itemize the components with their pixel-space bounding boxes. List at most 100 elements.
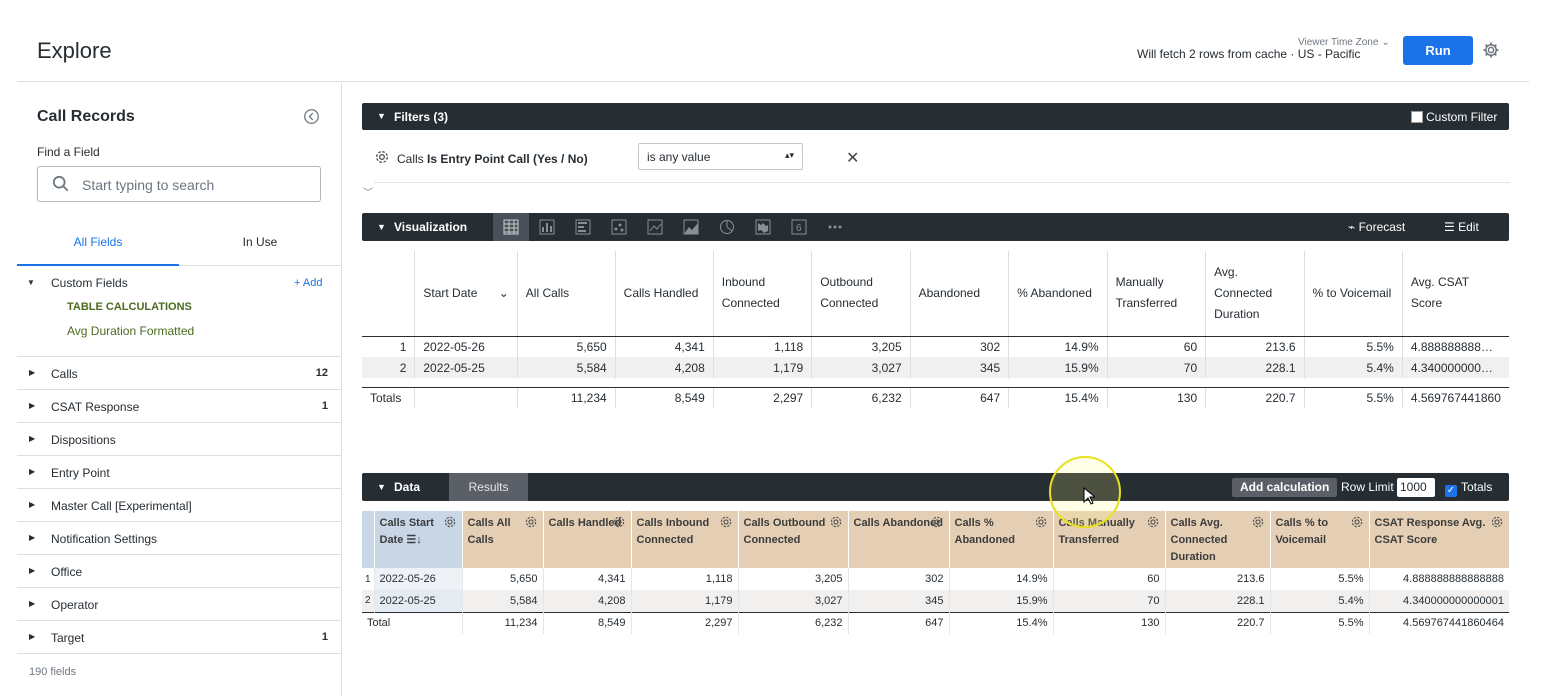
- row-limit-input[interactable]: 1000: [1397, 478, 1435, 497]
- select-arrows-icon: ▴▾: [784, 150, 794, 160]
- measure-header[interactable]: Calls Inbound Connected: [630, 511, 738, 568]
- field-group-notification-settings[interactable]: ▶ Notification Settings: [17, 521, 341, 554]
- column-header[interactable]: Manually Transferred: [1106, 251, 1206, 337]
- collapse-sidebar-icon[interactable]: [303, 108, 320, 125]
- field-group-entry-point[interactable]: ▶ Entry Point: [17, 455, 341, 488]
- column-header[interactable]: Avg. Connected Duration: [1205, 251, 1305, 337]
- totals-checkbox[interactable]: ✓ Totals: [1445, 480, 1492, 497]
- gear-icon[interactable]: [829, 515, 843, 529]
- checkbox-icon: [1411, 111, 1423, 123]
- measure-header[interactable]: Calls Avg. Connected Duration: [1164, 511, 1270, 568]
- totals-cell: 11,234: [516, 387, 616, 408]
- field-group-operator[interactable]: ▶ Operator: [17, 587, 341, 620]
- add-custom-field-button[interactable]: + Add: [294, 277, 322, 289]
- table-viz-icon[interactable]: [493, 213, 529, 241]
- gear-icon[interactable]: [1146, 515, 1160, 529]
- edit-button[interactable]: ☰ Edit: [1444, 220, 1479, 234]
- gear-icon[interactable]: [612, 515, 626, 529]
- gear-icon[interactable]: [524, 515, 538, 529]
- more-options-icon[interactable]: [817, 213, 853, 241]
- tab-in-use[interactable]: In Use: [179, 224, 341, 266]
- field-group-target[interactable]: ▶ Target 1: [17, 620, 341, 653]
- group-label: Master Call [Experimental]: [51, 499, 192, 513]
- row-number: 1: [399, 339, 407, 354]
- row-number: 2: [362, 590, 374, 612]
- pie-chart-icon[interactable]: [709, 213, 745, 241]
- field-group-csat-response[interactable]: ▶ CSAT Response 1: [17, 389, 341, 422]
- measure-header[interactable]: Calls % Abandoned: [948, 511, 1053, 568]
- chevron-down-icon[interactable]: ﹀: [363, 184, 373, 199]
- data-section-header[interactable]: ▼ Data Results Add calculation Row Limit…: [362, 473, 1509, 501]
- data-tab[interactable]: Data: [394, 480, 420, 494]
- table-cell: 213.6: [1205, 336, 1305, 357]
- results-tab[interactable]: Results: [449, 473, 528, 501]
- totals-cell: 8,549: [542, 611, 631, 634]
- gear-icon[interactable]: [1490, 515, 1504, 529]
- table-cell: 3,205: [737, 568, 848, 590]
- scatter-chart-icon[interactable]: [601, 213, 637, 241]
- run-button[interactable]: Run: [1403, 36, 1473, 65]
- gear-icon[interactable]: [930, 515, 944, 529]
- group-count: 1: [321, 400, 328, 412]
- field-group-office[interactable]: ▶ Office: [17, 554, 341, 587]
- custom-filter-checkbox[interactable]: Custom Filter: [1411, 110, 1497, 124]
- filter-operator-select[interactable]: is any value ▴▾: [638, 143, 803, 170]
- measure-header[interactable]: Calls Outbound Connected: [737, 511, 848, 568]
- field-search-input[interactable]: Start typing to search: [37, 166, 321, 202]
- gear-icon[interactable]: [1482, 41, 1500, 59]
- area-chart-icon[interactable]: [673, 213, 709, 241]
- group-label: Office: [51, 565, 83, 579]
- single-value-icon[interactable]: 6: [781, 213, 817, 241]
- add-calculation-button[interactable]: Add calculation: [1232, 478, 1338, 497]
- table-calculations-heading: TABLE CALCULATIONS: [67, 301, 192, 313]
- column-header[interactable]: Start Date ⌄: [414, 251, 518, 337]
- column-header[interactable]: Abandoned: [909, 251, 1009, 337]
- table-cell: 4,341: [542, 568, 631, 590]
- tab-all-fields[interactable]: All Fields: [17, 224, 179, 266]
- gear-icon[interactable]: [1251, 515, 1265, 529]
- close-icon[interactable]: ✕: [846, 148, 859, 168]
- map-icon[interactable]: [745, 213, 781, 241]
- gear-icon[interactable]: [443, 515, 457, 529]
- caret-right-icon: ▶: [29, 401, 36, 410]
- caret-right-icon: ▶: [29, 632, 36, 641]
- dimension-header[interactable]: Calls Start Date ☰↓: [373, 511, 462, 568]
- divider: [17, 653, 341, 654]
- measure-header[interactable]: Calls All Calls: [461, 511, 543, 568]
- table-cell: 4,208: [614, 357, 714, 378]
- caret-down-icon: ▼: [377, 111, 386, 121]
- column-header[interactable]: Inbound Connected: [712, 251, 812, 337]
- measure-header[interactable]: Calls % to Voicemail: [1269, 511, 1369, 568]
- totals-cell: 5.5%: [1303, 387, 1403, 408]
- column-header[interactable]: All Calls: [516, 251, 616, 337]
- column-header[interactable]: % to Voicemail: [1303, 251, 1403, 337]
- column-header[interactable]: Avg. CSAT Score: [1401, 251, 1509, 337]
- search-placeholder: Start typing to search: [82, 177, 215, 193]
- measure-header[interactable]: Calls Handled: [542, 511, 631, 568]
- measure-header[interactable]: CSAT Response Avg. CSAT Score: [1368, 511, 1509, 568]
- filter-field-name: Calls Is Entry Point Call (Yes / No): [397, 152, 588, 166]
- gear-icon[interactable]: [374, 149, 390, 165]
- column-chart-icon[interactable]: [529, 213, 565, 241]
- column-header[interactable]: Calls Handled: [614, 251, 714, 337]
- line-chart-icon[interactable]: [637, 213, 673, 241]
- forecast-button[interactable]: ⌁ Forecast: [1348, 220, 1405, 234]
- column-header-label: Calls Outbound Connected: [743, 517, 826, 546]
- field-avg-duration-formatted[interactable]: Avg Duration Formatted: [67, 324, 194, 338]
- gear-icon[interactable]: [1350, 515, 1364, 529]
- column-header[interactable]: % Abandoned: [1008, 251, 1108, 337]
- measure-header[interactable]: Calls Abandoned: [847, 511, 949, 568]
- column-header[interactable]: Outbound Connected: [811, 251, 911, 337]
- field-group-dispositions[interactable]: ▶ Dispositions: [17, 422, 341, 455]
- visualization-section-header[interactable]: ▼ Visualization 6 ⌁ Forecast ☰ Edit: [362, 213, 1509, 241]
- totals-cell: 6,232: [811, 387, 911, 408]
- field-group-calls[interactable]: ▶ Calls 12: [17, 356, 341, 389]
- gear-icon[interactable]: [719, 515, 733, 529]
- bar-chart-icon[interactable]: [565, 213, 601, 241]
- gear-icon[interactable]: [1034, 515, 1048, 529]
- top-bar: Explore Viewer Time Zone ⌄ Will fetch 2 r…: [17, 0, 1529, 82]
- field-group-master-call[interactable]: ▶ Master Call [Experimental]: [17, 488, 341, 521]
- filters-section-header[interactable]: ▼ Filters (3) Custom Filter: [362, 103, 1509, 130]
- filter-field-label: Is Entry Point Call (Yes / No): [427, 152, 588, 166]
- custom-fields-group[interactable]: ▼ Custom Fields + Add: [17, 275, 341, 295]
